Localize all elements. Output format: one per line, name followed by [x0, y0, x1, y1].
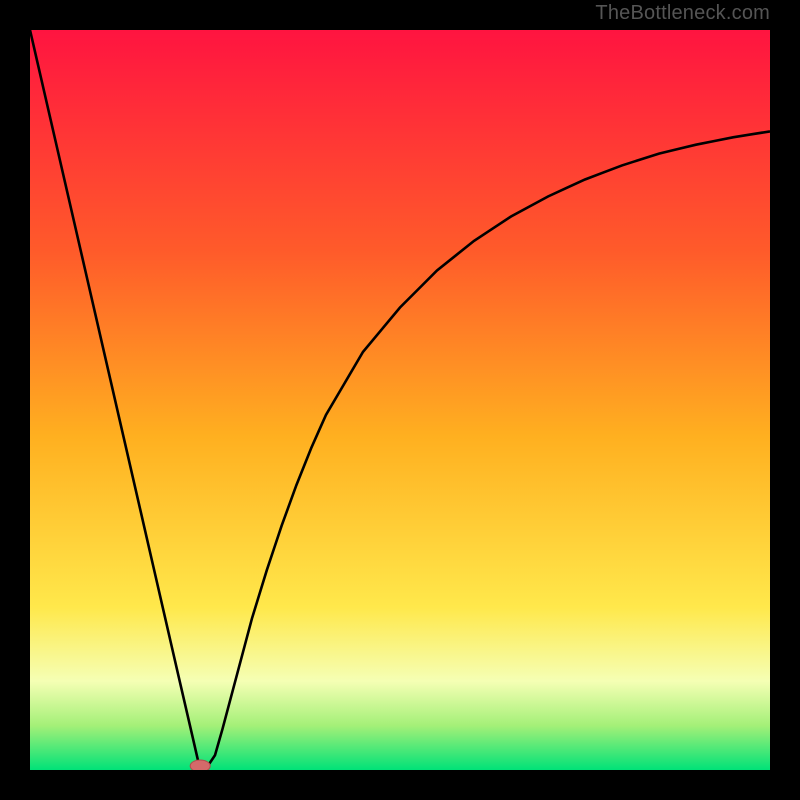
gradient-background — [30, 30, 770, 770]
optimum-marker — [190, 760, 210, 770]
chart-container: TheBottleneck.com — [0, 0, 800, 800]
plot-area — [30, 30, 770, 770]
attribution-text: TheBottleneck.com — [595, 2, 770, 25]
chart-svg — [30, 30, 770, 770]
